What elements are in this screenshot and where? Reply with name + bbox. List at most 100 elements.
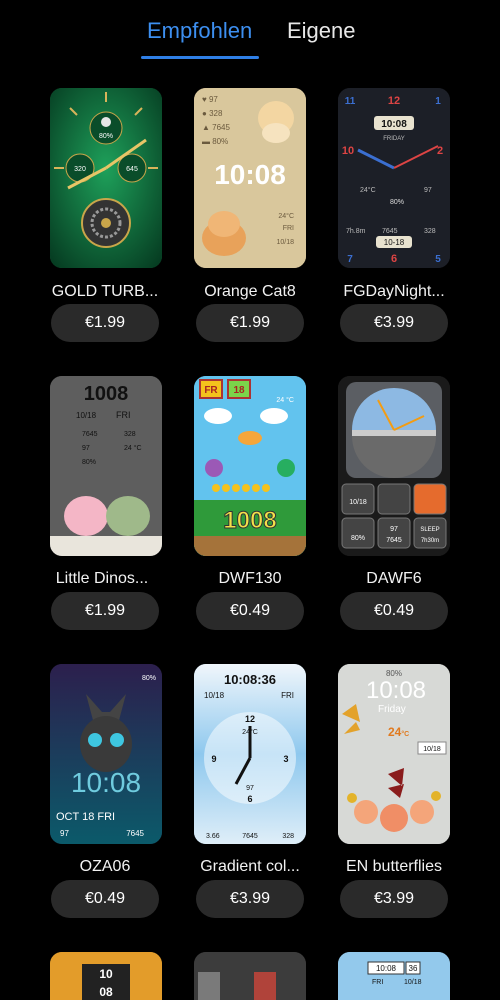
watchface-thumbnail-partial-3[interactable]: 10:08 36 FRI 10/18 [338, 952, 450, 1000]
price-button[interactable]: €1.99 [51, 592, 159, 630]
watchface-thumbnail-partial-2[interactable] [194, 952, 306, 1000]
svg-text:♥ 97: ♥ 97 [202, 95, 218, 104]
svg-text:▬ 80%: ▬ 80% [202, 137, 228, 146]
date-value: 10/18 [276, 239, 294, 246]
watchface-name[interactable]: Little Dinos... [32, 570, 172, 588]
watchface-oza06-preview: 80% 10:08 OCT 18 FRI 97 7645 [50, 664, 162, 844]
price-button[interactable]: €1.99 [51, 304, 159, 342]
steps-value: 7645 [242, 833, 258, 840]
watchface-thumbnail-gradient[interactable]: 10:08:36 10/18 FRI 12369 24°C 97 3.66 76… [194, 664, 306, 844]
watchface-gold-turbo-preview: 80% 320 645 [50, 88, 162, 268]
heart-value: 97 [246, 785, 254, 792]
svg-text:7: 7 [347, 254, 353, 265]
temperature-value: 24°C [360, 186, 376, 194]
heart-value: 97 [82, 445, 90, 452]
watchface-thumbnail-partial-1[interactable]: 10 08 [50, 952, 162, 1000]
svg-text:11: 11 [345, 96, 356, 107]
watchface-name[interactable]: Orange Cat8 [180, 283, 320, 301]
date-value: OCT 18 FRI [56, 811, 115, 823]
watchface-name[interactable]: FGDayNight... [324, 283, 464, 301]
temperature-unit: °C [401, 730, 409, 738]
watchface-name[interactable]: GOLD TURB... [35, 283, 175, 301]
watchface-thumbnail-fgdaynight[interactable]: 12 6 10 2 11 1 7 5 10:08 FRIDAY 24°C 80% 97 7h… [338, 88, 450, 268]
svg-text:1: 1 [435, 96, 441, 107]
date-value: 10/18 [423, 746, 441, 753]
price-button[interactable]: €0.49 [196, 592, 304, 630]
watchface-name[interactable]: OZA06 [35, 858, 175, 876]
temperature-value: 24 [388, 725, 402, 739]
battery-value: 80% [99, 133, 113, 140]
time-display: 10:08 [214, 159, 286, 190]
heart-value: 97 [390, 526, 398, 533]
tab-bar: Empfohlen Eigene [0, 0, 500, 70]
time-display: 10:08 [381, 119, 407, 130]
price-button[interactable]: €0.49 [51, 880, 159, 918]
watchface-thumbnail-little-dinos[interactable]: 1008 10/18 FRI 7645 328 97 24 °C 80% [50, 376, 162, 556]
svg-text:● 328: ● 328 [202, 109, 223, 118]
price-button[interactable]: €1.99 [196, 304, 304, 342]
day-value: FRIDAY [383, 136, 405, 142]
steps-value: 7645 [212, 123, 230, 132]
left-dial-value: 320 [74, 166, 86, 173]
watchface-name[interactable]: EN butterflies [324, 858, 464, 876]
time-display: 1008 [84, 383, 129, 405]
watchface-name[interactable]: DAWF6 [324, 570, 464, 588]
watchface-partial-2-preview [194, 952, 306, 1000]
svg-text:10: 10 [342, 145, 354, 157]
watchface-thumbnail-gold-turbo[interactable]: 80% 320 645 [50, 88, 162, 268]
battery-value: 80% [212, 137, 228, 146]
time-display: 10:08 [376, 964, 397, 973]
watchface-dwf130-preview: FR 18 24 °C 1008 [194, 376, 306, 556]
watchface-gradient-preview: 10:08:36 10/18 FRI 12369 24°C 97 3.66 76… [194, 664, 306, 844]
time-minutes: 08 [99, 985, 113, 999]
date-value: 10/18 [349, 499, 367, 506]
watchface-thumbnail-oza06[interactable]: 80% 10:08 OCT 18 FRI 97 7645 [50, 664, 162, 844]
watchface-thumbnail-dawf6[interactable]: 10/18 80% 97 7645 SLEEP 7h30m [338, 376, 450, 556]
time-display: 1008 [223, 507, 276, 534]
svg-text:▲ 7645: ▲ 7645 [202, 123, 230, 132]
watchface-partial-3-preview: 10:08 36 FRI 10/18 [338, 952, 450, 1000]
price-button[interactable]: €0.49 [340, 592, 448, 630]
temperature-value: 24 [124, 445, 132, 452]
price-button[interactable]: €3.99 [340, 880, 448, 918]
right-dial-value: 645 [126, 166, 138, 173]
sleep-label: SLEEP [420, 527, 439, 533]
date-badge: 18 [233, 385, 245, 396]
watchface-thumbnail-orange-cat[interactable]: ♥ 97 ● 328 ▲ 7645 ▬ 80% 10:08 24°C FRI 1… [194, 88, 306, 268]
battery-value: 80% [390, 199, 404, 206]
watchface-orange-cat-preview: ♥ 97 ● 328 ▲ 7645 ▬ 80% 10:08 24°C FRI 1… [194, 88, 306, 268]
svg-text:6: 6 [391, 253, 397, 265]
svg-text:9: 9 [211, 754, 216, 764]
date-value: 10/18 [76, 411, 97, 420]
day-value: Friday [378, 704, 406, 715]
watchface-fgdaynight-preview: 12610 2 11 17 5 10:08 FRIDAY 24°C 80% 97 7h… [338, 88, 450, 268]
tab-recommended[interactable]: Empfohlen [147, 18, 252, 44]
seconds-display: 36 [409, 964, 418, 973]
steps-value: 7645 [126, 829, 144, 838]
heart-value: 97 [209, 95, 218, 104]
watchface-name[interactable]: DWF130 [180, 570, 320, 588]
price-button[interactable]: €3.99 [340, 304, 448, 342]
temperature-value: 24 °C [276, 396, 294, 404]
battery-value: 80% [82, 459, 96, 466]
watchface-partial-1-preview: 10 08 [50, 952, 162, 1000]
steps-value: 7645 [382, 228, 398, 235]
day-value: FRI [116, 410, 131, 420]
calorie-value: 328 [209, 109, 223, 118]
svg-text:12: 12 [388, 95, 400, 107]
price-button[interactable]: €3.99 [196, 880, 304, 918]
tab-own[interactable]: Eigene [287, 18, 356, 44]
calorie-value: 328 [124, 431, 136, 438]
watchface-name[interactable]: Gradient col... [180, 858, 320, 876]
battery-value: 80% [351, 535, 365, 542]
svg-text:3: 3 [283, 754, 288, 764]
date-value: 10/18 [404, 979, 422, 986]
watchface-little-dinos-preview: 1008 10/18 FRI 7645 328 97 24 °C 80% [50, 376, 162, 556]
weekday-badge: FR [204, 385, 218, 396]
calorie-value: 328 [424, 228, 436, 235]
steps-value: 7645 [82, 431, 98, 438]
sleep-value: 7h30m [421, 538, 439, 544]
watchface-thumbnail-dwf130[interactable]: FR 18 24 °C 1008 [194, 376, 306, 556]
watchface-thumbnail-en-butterflies[interactable]: 80% 10:08 Friday 24°C 10/18 [338, 664, 450, 844]
calorie-value: 328 [282, 833, 294, 840]
